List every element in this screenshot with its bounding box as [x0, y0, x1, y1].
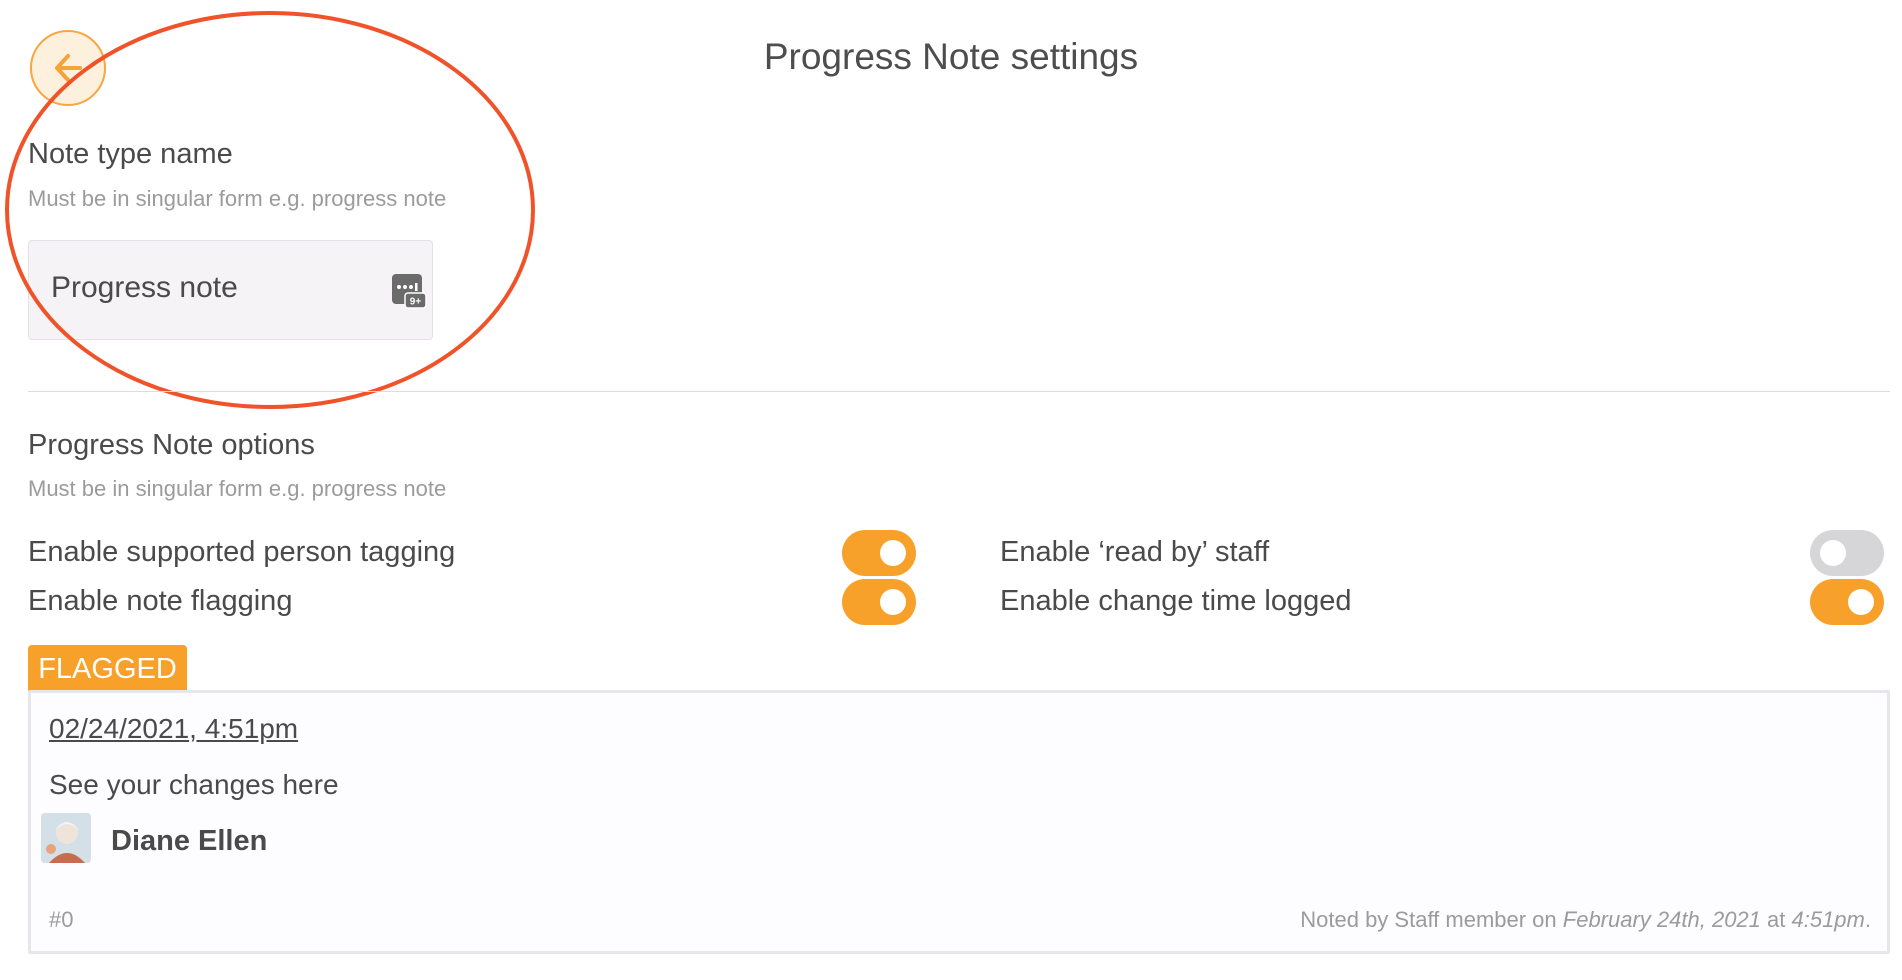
meta-suffix: . [1864, 907, 1871, 932]
toggle-knob [880, 540, 906, 566]
meta-at: at [1760, 907, 1792, 932]
toggle-read-by-staff[interactable] [1810, 530, 1884, 576]
note-id: #0 [49, 907, 74, 932]
option-label-read-by-staff: Enable ‘read by’ staff [1000, 536, 1270, 568]
person-name: Diane Ellen [111, 825, 268, 857]
page-title: Progress Note settings [763, 36, 1139, 77]
note-type-label: Note type name [28, 138, 233, 170]
options-label: Progress Note options [28, 429, 315, 461]
option-label-person-tagging: Enable supported person tagging [28, 536, 456, 568]
avatar [41, 813, 91, 863]
note-preview-card: 02/24/2021, 4:51pm See your changes here… [28, 690, 1890, 954]
toggle-knob [1848, 589, 1874, 615]
note-date-link[interactable]: 02/24/2021, 4:51pm [49, 713, 298, 745]
meta-time: 4:51pm [1791, 907, 1865, 932]
option-label-note-flagging: Enable note flagging [28, 585, 293, 617]
toggle-change-time-logged[interactable] [1810, 579, 1884, 625]
note-type-name-field[interactable]: Progress note 9+ [28, 240, 433, 340]
toggle-knob [1820, 540, 1846, 566]
option-label-change-time-logged: Enable change time logged [1000, 585, 1352, 617]
svg-text:9+: 9+ [410, 297, 422, 308]
note-type-name-value: Progress note [51, 271, 238, 304]
note-meta: Noted by Staff member on February 24th, … [1300, 907, 1871, 933]
meta-date: February 24th, 2021 [1562, 907, 1761, 932]
toggle-person-tagging[interactable] [842, 530, 916, 576]
section-divider [28, 391, 1890, 392]
note-type-hint: Must be in singular form e.g. progress n… [28, 186, 447, 211]
note-body-text: See your changes here [49, 769, 339, 800]
toggle-knob [880, 589, 906, 615]
options-hint: Must be in singular form e.g. progress n… [28, 476, 447, 501]
meta-prefix: Noted by Staff member on [1300, 907, 1563, 932]
flagged-badge: FLAGGED [28, 645, 187, 691]
keyboard-password-icon: 9+ [392, 274, 427, 309]
toggle-note-flagging[interactable] [842, 579, 916, 625]
